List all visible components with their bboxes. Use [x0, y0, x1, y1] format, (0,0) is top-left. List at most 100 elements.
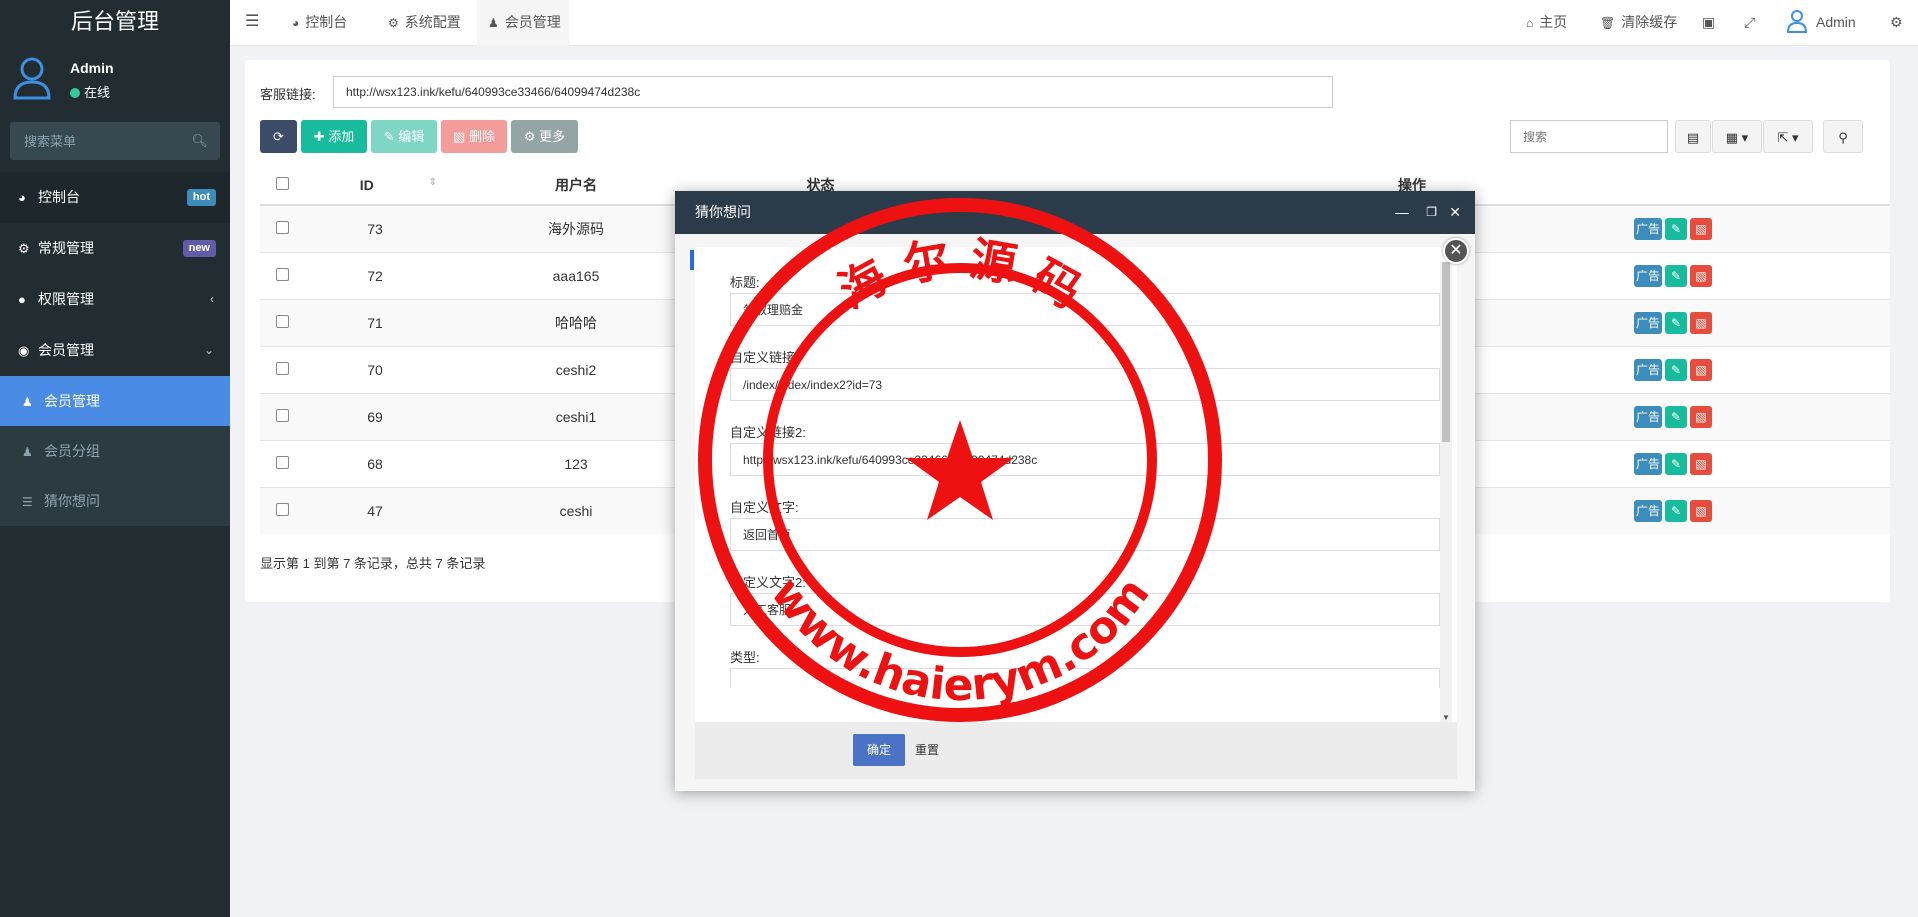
export-button[interactable]: ⇱ ▾ — [1763, 120, 1813, 153]
ad-button[interactable]: 广告 — [1634, 452, 1662, 475]
cell-username: 哈哈哈 — [445, 298, 707, 346]
sidebar-item-label: 会员管理 — [38, 342, 94, 358]
language-icon[interactable]: ▣ — [1702, 0, 1715, 46]
menu-toggle-icon[interactable]: ☰ — [245, 0, 259, 46]
ad-button[interactable]: 广告 — [1634, 358, 1662, 381]
tab-label: 会员管理 — [504, 14, 561, 30]
select-all-checkbox[interactable] — [276, 176, 289, 190]
table-search-input[interactable] — [1510, 120, 1668, 153]
sidebar-item-dashboard[interactable]: ◕ 控制台 hot — [0, 172, 230, 223]
text-field[interactable] — [730, 518, 1440, 551]
ad-button[interactable]: 广告 — [1634, 311, 1662, 334]
search-icon: ⚲ — [1838, 130, 1848, 145]
edit-row-button[interactable]: ✎ — [1665, 264, 1687, 287]
edit-label: 编辑 — [398, 129, 425, 144]
delete-row-button[interactable]: ▧ — [1690, 311, 1712, 334]
ad-button[interactable]: 广告 — [1634, 217, 1662, 240]
refresh-button[interactable]: ⟳ — [260, 120, 297, 153]
text2-field[interactable] — [730, 593, 1440, 626]
row-checkbox[interactable] — [276, 267, 289, 281]
edit-row-button[interactable]: ✎ — [1665, 358, 1687, 381]
link-field[interactable] — [730, 368, 1440, 401]
delete-row-button[interactable]: ▧ — [1690, 358, 1712, 381]
service-url-input[interactable] — [333, 76, 1333, 108]
tab-dashboard[interactable]: ◕ 控制台 — [292, 0, 347, 46]
modal-close-icon[interactable]: ✕ — [1443, 238, 1469, 264]
clear-cache-link[interactable]: 🗑︎ 清除缓存 — [1600, 0, 1677, 46]
edit-row-button[interactable]: ✎ — [1665, 452, 1687, 475]
new-badge: new — [182, 240, 216, 257]
add-button[interactable]: ✚ 添加 — [301, 120, 367, 153]
reset-button[interactable]: 重置 — [915, 734, 939, 766]
cell-id: 73 — [305, 204, 445, 252]
sidebar-subitem-member[interactable]: ♟ 会员管理 — [0, 376, 230, 426]
confirm-button[interactable]: 确定 — [853, 734, 905, 766]
more-button[interactable]: ⚙ 更多 — [511, 120, 578, 153]
sort-icon[interactable]: ⇕ — [429, 177, 437, 188]
cell-id: 71 — [305, 298, 445, 346]
home-link[interactable]: ⌂ 主页 — [1526, 0, 1567, 46]
delete-row-button[interactable]: ▧ — [1690, 405, 1712, 428]
sidebar-subitem-group[interactable]: ♟ 会员分组 — [0, 426, 230, 476]
scroll-down-icon[interactable]: ▼ — [1442, 713, 1450, 722]
search-toggle-button[interactable]: ⚲ — [1823, 120, 1863, 153]
delete-row-button[interactable]: ▧ — [1690, 452, 1712, 475]
link2-label: 自定义链接2: — [730, 425, 806, 440]
edit-row-button[interactable]: ✎ — [1665, 405, 1687, 428]
tab-label: 控制台 — [305, 14, 348, 30]
ad-button[interactable]: 广告 — [1634, 264, 1662, 287]
row-checkbox[interactable] — [276, 361, 289, 375]
faq-modal: 猜你想问 ― ❐ ✕ 标题: 自定义链接: 自定义链接2: 自定义文字: 自定义… — [675, 191, 1475, 791]
edit-button[interactable]: ✎ 编辑 — [371, 120, 437, 153]
sidebar-search-input[interactable] — [10, 122, 220, 160]
accent-bar — [690, 250, 694, 270]
cogs-icon: ⚙ — [18, 241, 30, 256]
scrollbar-thumb[interactable] — [1442, 262, 1450, 442]
header-id[interactable]: ID ⇕ — [305, 165, 445, 206]
edit-row-button[interactable]: ✎ — [1665, 311, 1687, 334]
ad-button[interactable]: 广告 — [1634, 405, 1662, 428]
ad-button[interactable]: 广告 — [1634, 499, 1662, 522]
minimize-icon[interactable]: ― — [1395, 191, 1409, 234]
row-checkbox[interactable] — [276, 314, 289, 328]
app-title[interactable]: 后台管理 — [0, 0, 230, 46]
settings-icon[interactable]: ⚙ — [1890, 0, 1903, 46]
columns-button[interactable]: ▦ ▾ — [1712, 120, 1762, 153]
pagination-info: 显示第 1 到第 7 条记录，总共 7 条记录 — [260, 556, 486, 571]
edit-row-button[interactable]: ✎ — [1665, 499, 1687, 522]
edit-row-button[interactable]: ✎ — [1665, 217, 1687, 240]
tab-system-config[interactable]: ⚙ 系统配置 — [388, 0, 461, 46]
maximize-icon[interactable]: ❐ — [1426, 191, 1437, 234]
admin-menu[interactable]: Admin — [1786, 0, 1856, 46]
header-id-label: ID — [359, 176, 374, 193]
delete-row-button[interactable]: ▧ — [1690, 217, 1712, 240]
row-checkbox-cell — [260, 251, 305, 299]
sidebar-item-member[interactable]: ◉ 会员管理 ⌄ — [0, 325, 230, 376]
modal-scrollbar[interactable]: ▼ — [1440, 262, 1452, 722]
user-icon: ♟ — [488, 16, 499, 30]
user-status: 在线 — [70, 82, 110, 101]
delete-row-button[interactable]: ▧ — [1690, 499, 1712, 522]
close-icon[interactable]: ✕ — [1449, 191, 1461, 234]
type-select[interactable] — [730, 668, 1440, 688]
sidebar-item-label: 常规管理 — [38, 240, 94, 256]
toggle-view-button[interactable]: ▤ — [1675, 120, 1711, 153]
sidebar-item-general[interactable]: ⚙ 常规管理 new — [0, 223, 230, 274]
type-label: 类型: — [730, 650, 760, 665]
delete-row-button[interactable]: ▧ — [1690, 264, 1712, 287]
sidebar-item-auth[interactable]: ● 权限管理 ‹ — [0, 274, 230, 325]
gear-icon: ⚙ — [523, 129, 540, 144]
link2-field[interactable] — [730, 443, 1440, 476]
row-checkbox[interactable] — [276, 220, 289, 234]
delete-button[interactable]: ▧ 删除 — [441, 120, 507, 153]
row-checkbox[interactable] — [276, 408, 289, 422]
tab-member[interactable]: ♟ 会员管理 — [477, 0, 569, 46]
row-checkbox[interactable] — [276, 455, 289, 469]
fullscreen-icon[interactable]: ⤢ — [1744, 0, 1755, 46]
search-icon[interactable]: 🔍︎ — [191, 133, 208, 149]
avatar-icon — [13, 57, 51, 100]
row-checkbox[interactable] — [276, 502, 289, 516]
sidebar-subitem-faq[interactable]: ☰ 猜你想问 — [0, 476, 230, 526]
title-field[interactable] — [730, 293, 1440, 326]
topbar: ☰ ◕ 控制台 ⚙ 系统配置 ♟ 会员管理 ⌂ 主页 🗑︎ 清除缓存 ▣ ⤢ Admin … — [230, 0, 1918, 46]
